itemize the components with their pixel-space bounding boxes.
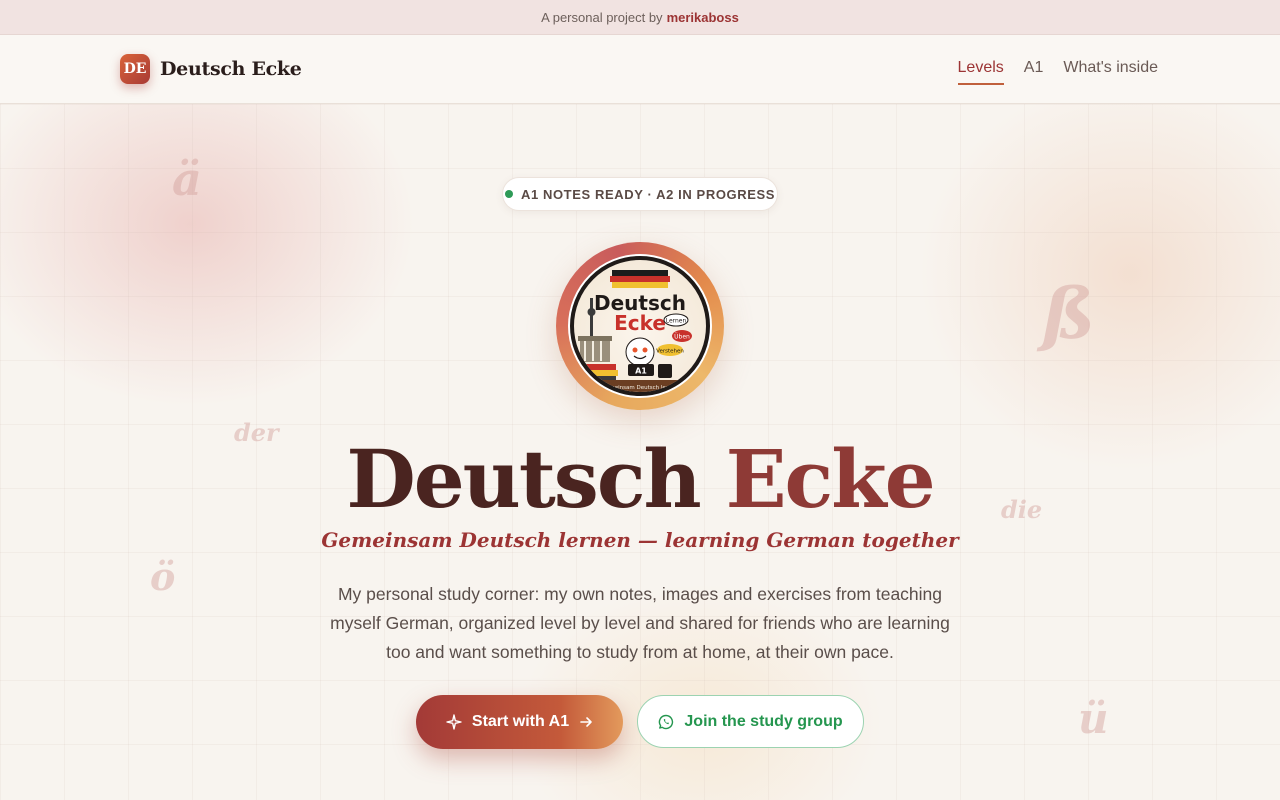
title-word-ecke: Ecke [725, 432, 936, 526]
status-badge: A1 NOTES READY · A2 IN PROGRESS [502, 177, 778, 211]
logo-emblem: Deutsch Ecke Lernen Üben Verstehen A1 Ge… [556, 242, 724, 410]
brand-name: Deutsch Ecke [160, 58, 302, 80]
decor-glyph-eszett: ß [1042, 272, 1096, 355]
logo-art-svg: Deutsch Ecke Lernen Üben Verstehen A1 Ge… [578, 270, 700, 392]
sparkle-icon [446, 714, 462, 730]
nav-link-whats-inside[interactable]: What's inside [1063, 59, 1158, 85]
decor-glyph-o-umlaut: ö [150, 554, 176, 599]
brand-badge: DE [120, 54, 150, 84]
logo-banner-text: Gemeinsam Deutsch lernen [602, 385, 679, 391]
page-title: Deutsch Ecke [0, 434, 1280, 524]
start-a1-button[interactable]: Start with A1 [416, 695, 623, 749]
status-dot-icon [504, 190, 513, 198]
announcement-bar: A personal project by merikaboss [0, 0, 1280, 35]
arrow-right-icon [580, 717, 592, 727]
hero-description: My personal study corner: my own notes, … [330, 584, 950, 662]
logo-level-label: A1 [635, 367, 647, 376]
logo-bubble-ueben: Üben [674, 334, 690, 341]
author-link[interactable]: merikaboss [667, 10, 739, 25]
logo-illustration: Deutsch Ecke Lernen Üben Verstehen A1 Ge… [570, 256, 710, 396]
nav-link-levels[interactable]: Levels [957, 59, 1004, 85]
title-word-deutsch: Deutsch [346, 432, 701, 526]
decor-glyph-u-umlaut: ü [1078, 694, 1109, 743]
nav-links: Levels A1 What's inside [957, 59, 1158, 85]
hero-section: ä ß der die ö ü A1 NOTES READY · A2 IN P… [0, 104, 1280, 800]
brand-link[interactable]: DE Deutsch Ecke [120, 54, 302, 84]
page-subtitle: Gemeinsam Deutsch lernen — learning Germ… [321, 528, 959, 552]
logo-bubble-verstehen: Verstehen [656, 349, 684, 355]
status-text: A1 NOTES READY · A2 IN PROGRESS [520, 186, 776, 202]
logo-bubble-lernen: Lernen [666, 318, 687, 325]
start-a1-label: Start with A1 [471, 713, 570, 730]
decor-glyph-a-umlaut: ä [172, 152, 202, 206]
announcement-prefix: A personal project by [541, 9, 663, 25]
logo-title-line2: Ecke [614, 311, 666, 335]
navbar: DE Deutsch Ecke Levels A1 What's inside [0, 35, 1280, 104]
join-study-group-button[interactable]: Join the study group [637, 695, 864, 748]
whatsapp-icon [659, 714, 674, 729]
join-study-group-label: Join the study group [684, 712, 843, 730]
nav-link-a1[interactable]: A1 [1024, 59, 1044, 85]
